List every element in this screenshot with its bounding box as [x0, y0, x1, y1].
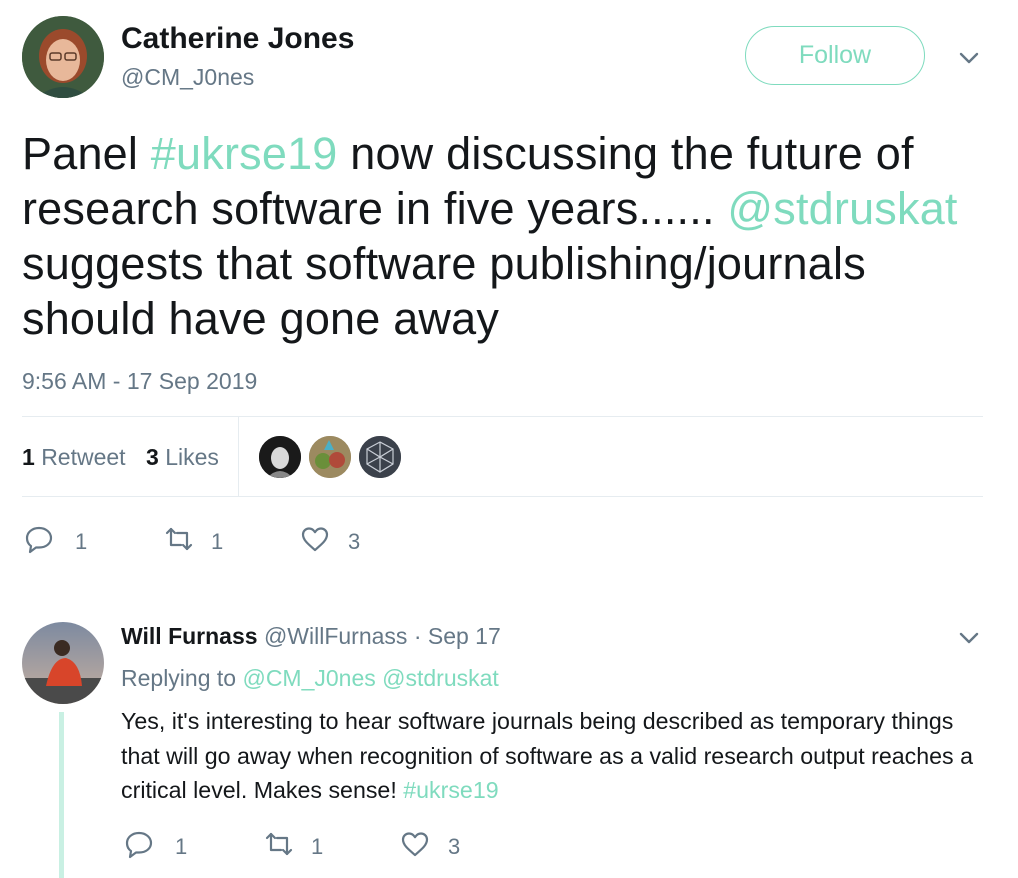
reply-text: Yes, it's interesting to hear software j…: [121, 704, 991, 808]
likes-stat[interactable]: 3 Likes: [146, 444, 219, 471]
tweet-text-segment: Panel: [22, 128, 151, 179]
tweet-text-link[interactable]: @stdruskat: [727, 183, 957, 234]
author-handle[interactable]: @CM_J0nes: [121, 64, 254, 91]
heart-icon: [301, 527, 329, 552]
retweet-action[interactable]: 1: [162, 523, 223, 555]
reply-thread-line: [59, 712, 64, 878]
like-count: 3: [448, 834, 461, 859]
follow-button[interactable]: Follow: [745, 26, 925, 85]
reply-author-line: Will Furnass @WillFurnass · Sep 17: [121, 623, 501, 650]
tweet-text-segment: suggests that software publishing/journa…: [22, 238, 866, 344]
chevron-down-icon[interactable]: [958, 630, 980, 646]
retweet-count: 1: [311, 834, 324, 859]
likes-label: Likes: [165, 444, 219, 470]
retweets-label: Retweet: [41, 444, 126, 470]
retweets-stat[interactable]: 1 Retweet: [22, 444, 126, 471]
reply-date[interactable]: · Sep 17: [414, 623, 501, 649]
reply-count: 1: [75, 529, 88, 554]
retweet-icon: [265, 832, 293, 856]
replying-to-label: Replying to: [121, 665, 237, 691]
retweets-count: 1: [22, 444, 35, 470]
replying-to-user[interactable]: @CM_J0nes: [242, 665, 375, 691]
liker-avatar[interactable]: [357, 434, 403, 480]
retweet-icon: [165, 527, 193, 551]
tweet-text: Panel #ukrse19 now discussing the future…: [22, 126, 982, 346]
replying-to: Replying to @CM_J0nes @stdruskat: [121, 665, 499, 692]
tweet-text-link[interactable]: #ukrse19: [151, 128, 338, 179]
reply-count: 1: [175, 834, 188, 859]
heart-icon: [401, 832, 429, 857]
likes-count: 3: [146, 444, 159, 470]
reply-action[interactable]: 1: [124, 828, 187, 860]
liker-avatar[interactable]: [307, 434, 353, 480]
author-name[interactable]: Catherine Jones: [121, 22, 354, 56]
reply-icon: [25, 526, 53, 554]
reply-text-body: Yes, it's interesting to hear software j…: [121, 708, 973, 803]
reply-author-avatar[interactable]: [22, 622, 104, 704]
replying-to-user[interactable]: @stdruskat: [382, 665, 499, 691]
reply-action[interactable]: 1: [24, 523, 87, 555]
like-count: 3: [348, 529, 361, 554]
tweet-timestamp[interactable]: 9:56 AM - 17 Sep 2019: [22, 368, 257, 395]
reply-author-handle[interactable]: @WillFurnass: [264, 623, 407, 649]
liker-avatar[interactable]: [257, 434, 303, 480]
retweet-action[interactable]: 1: [262, 828, 323, 860]
stats-separator: [238, 417, 239, 496]
reply-hashtag[interactable]: #ukrse19: [403, 777, 498, 803]
reply-icon: [125, 831, 153, 859]
reply-author-name[interactable]: Will Furnass: [121, 623, 258, 649]
retweet-count: 1: [211, 529, 224, 554]
divider: [22, 496, 983, 497]
like-action[interactable]: 3: [400, 828, 460, 860]
author-avatar[interactable]: [22, 16, 104, 98]
chevron-down-icon[interactable]: [958, 50, 980, 66]
divider: [22, 416, 983, 417]
like-action[interactable]: 3: [300, 523, 360, 555]
